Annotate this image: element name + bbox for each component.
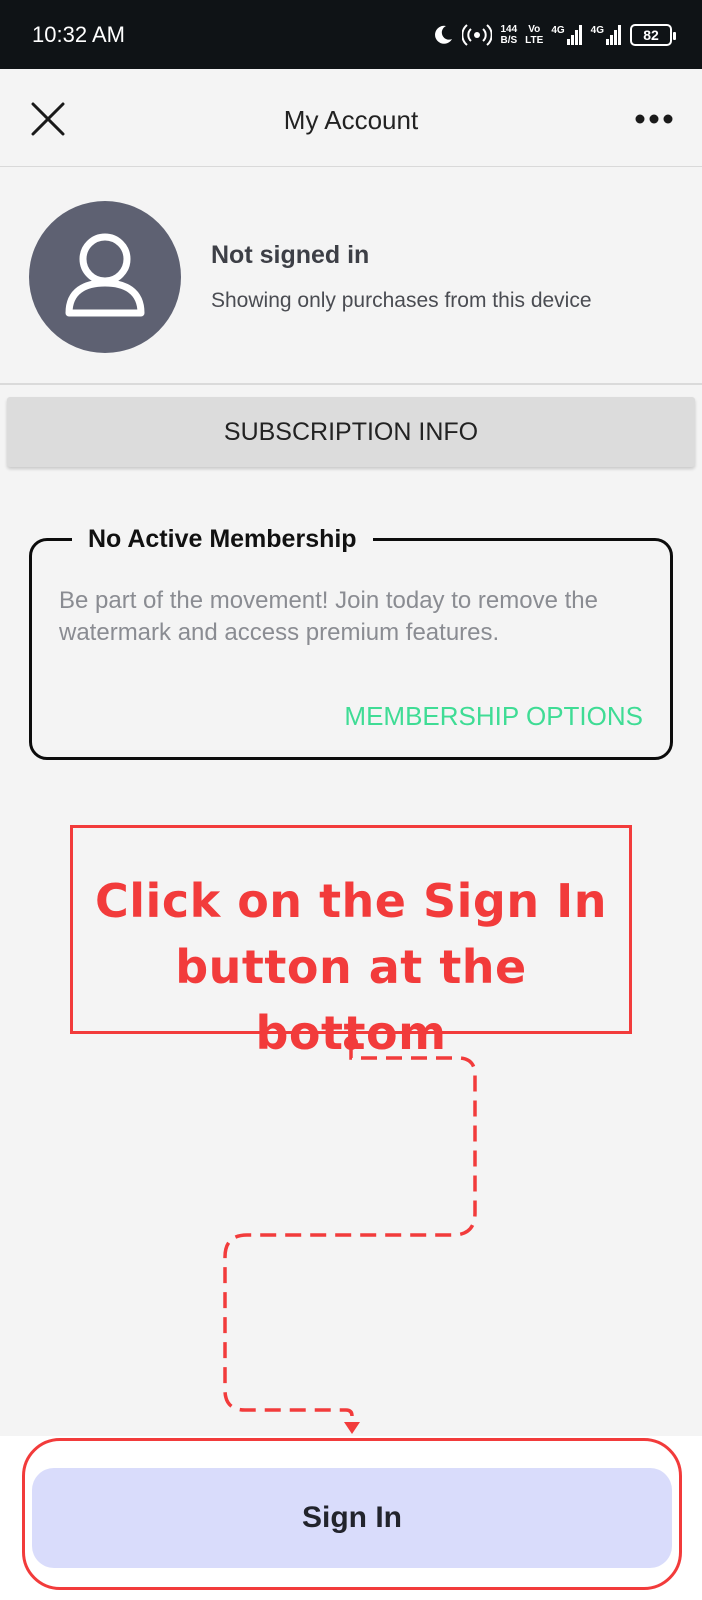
membership-options-link[interactable]: MEMBERSHIP OPTIONS — [344, 701, 643, 732]
more-horizontal-icon — [635, 114, 673, 124]
subscription-info-button[interactable]: SUBSCRIPTION INFO — [7, 397, 695, 467]
annotation-callout: Click on the Sign In button at the botto… — [70, 825, 632, 1060]
sim2-signal: 4G — [591, 25, 622, 45]
user-icon — [65, 233, 145, 317]
moon-icon — [435, 25, 453, 44]
signal-icon — [566, 25, 582, 45]
network-speed: 144 B/S — [500, 24, 518, 46]
profile-subtitle: Showing only purchases from this device — [211, 289, 592, 312]
profile-section: Not signed in Showing only purchases fro… — [0, 167, 702, 385]
hotspot-icon — [462, 24, 493, 46]
status-icons: 144 B/S Vo LTE 4G 4G 82 — [432, 18, 676, 52]
membership-title: No Active Membership — [72, 525, 373, 554]
volte-indicator: Vo LTE — [525, 24, 544, 46]
signal-icon — [606, 25, 621, 45]
status-bar: 10:32 AM 144 B/S Vo LTE 4G 4G 82 — [0, 0, 702, 69]
avatar — [29, 201, 181, 353]
profile-name: Not signed in — [211, 241, 370, 269]
status-time: 10:32 AM — [32, 22, 125, 47]
page-title: My Account — [283, 105, 419, 135]
battery-indicator: 82 — [630, 24, 676, 46]
sign-in-button[interactable]: Sign In — [32, 1468, 672, 1568]
app-bar: My Account — [0, 69, 702, 167]
annotation-text: Click on the Sign In button at the botto… — [95, 874, 607, 1060]
more-options-button[interactable] — [634, 105, 674, 133]
membership-description: Be part of the movement! Join today to r… — [59, 587, 598, 646]
membership-card: No Active Membership Be part of the move… — [29, 525, 673, 760]
sim1-signal: 4G — [551, 25, 582, 45]
